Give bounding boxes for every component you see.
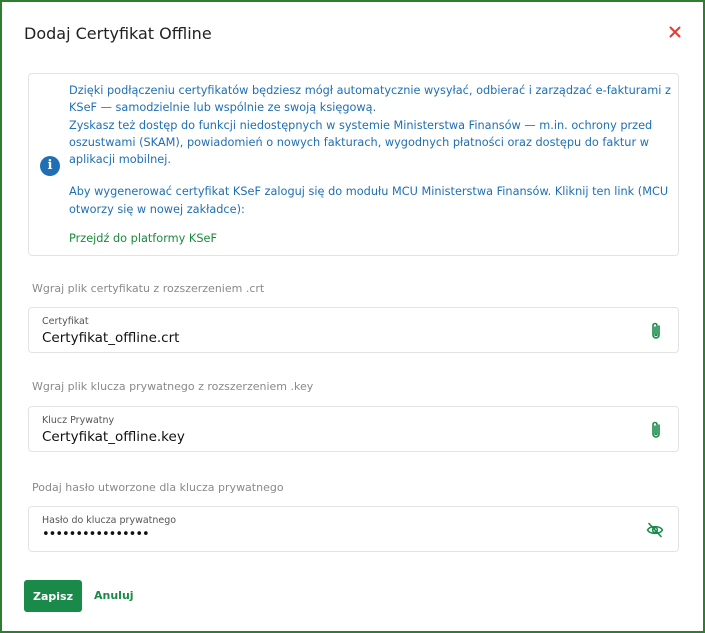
certificate-field-value: Certyfikat_offline.crt <box>42 330 180 346</box>
password-field-label: Hasło do klucza prywatnego <box>42 515 177 526</box>
info-text: Dzięki podłączeniu certyfikatów będziesz… <box>69 82 674 247</box>
info-icon: i <box>40 156 60 176</box>
info-paragraph-instructions: Aby wygenerować certyfikat KSeF zaloguj … <box>69 185 669 216</box>
info-paragraph-features: Zyskasz też dostęp do funkcji niedostępn… <box>69 118 653 167</box>
eye-off-icon[interactable] <box>646 521 664 539</box>
close-icon[interactable] <box>667 24 683 40</box>
dialog-title: Dodaj Certyfikat Offline <box>24 24 212 43</box>
dialog-header: Dodaj Certyfikat Offline <box>24 22 683 50</box>
paperclip-icon[interactable] <box>648 321 664 341</box>
ksef-platform-link[interactable]: Przejdź do platformy KSeF <box>69 230 217 247</box>
password-field[interactable]: Hasło do klucza prywatnego •••••••••••••… <box>28 506 679 552</box>
private-key-field[interactable]: Klucz Prywatny Certyfikat_offline.key <box>28 406 679 452</box>
info-paragraph-benefits: Dzięki podłączeniu certyfikatów będziesz… <box>69 84 671 115</box>
add-offline-certificate-dialog: Dodaj Certyfikat Offline i Dzięki podłąc… <box>0 0 705 633</box>
certificate-section-label: Wgraj plik certyfikatu z rozszerzeniem .… <box>32 282 265 295</box>
certificate-field[interactable]: Certyfikat Certyfikat_offline.crt <box>28 307 679 353</box>
private-key-section-label: Wgraj plik klucza prywatnego z rozszerze… <box>32 380 314 393</box>
private-key-field-value: Certyfikat_offline.key <box>42 429 185 445</box>
certificate-field-label: Certyfikat <box>42 316 89 327</box>
paperclip-icon[interactable] <box>648 420 664 440</box>
private-key-field-label: Klucz Prywatny <box>42 415 115 426</box>
cancel-button[interactable]: Anuluj <box>94 589 134 602</box>
password-field-value: •••••••••••••••• <box>42 527 150 542</box>
save-button[interactable]: Zapisz <box>24 580 82 612</box>
password-section-label: Podaj hasło utworzone dla klucza prywatn… <box>32 481 284 494</box>
info-box: i Dzięki podłączeniu certyfikatów będzie… <box>28 73 679 256</box>
